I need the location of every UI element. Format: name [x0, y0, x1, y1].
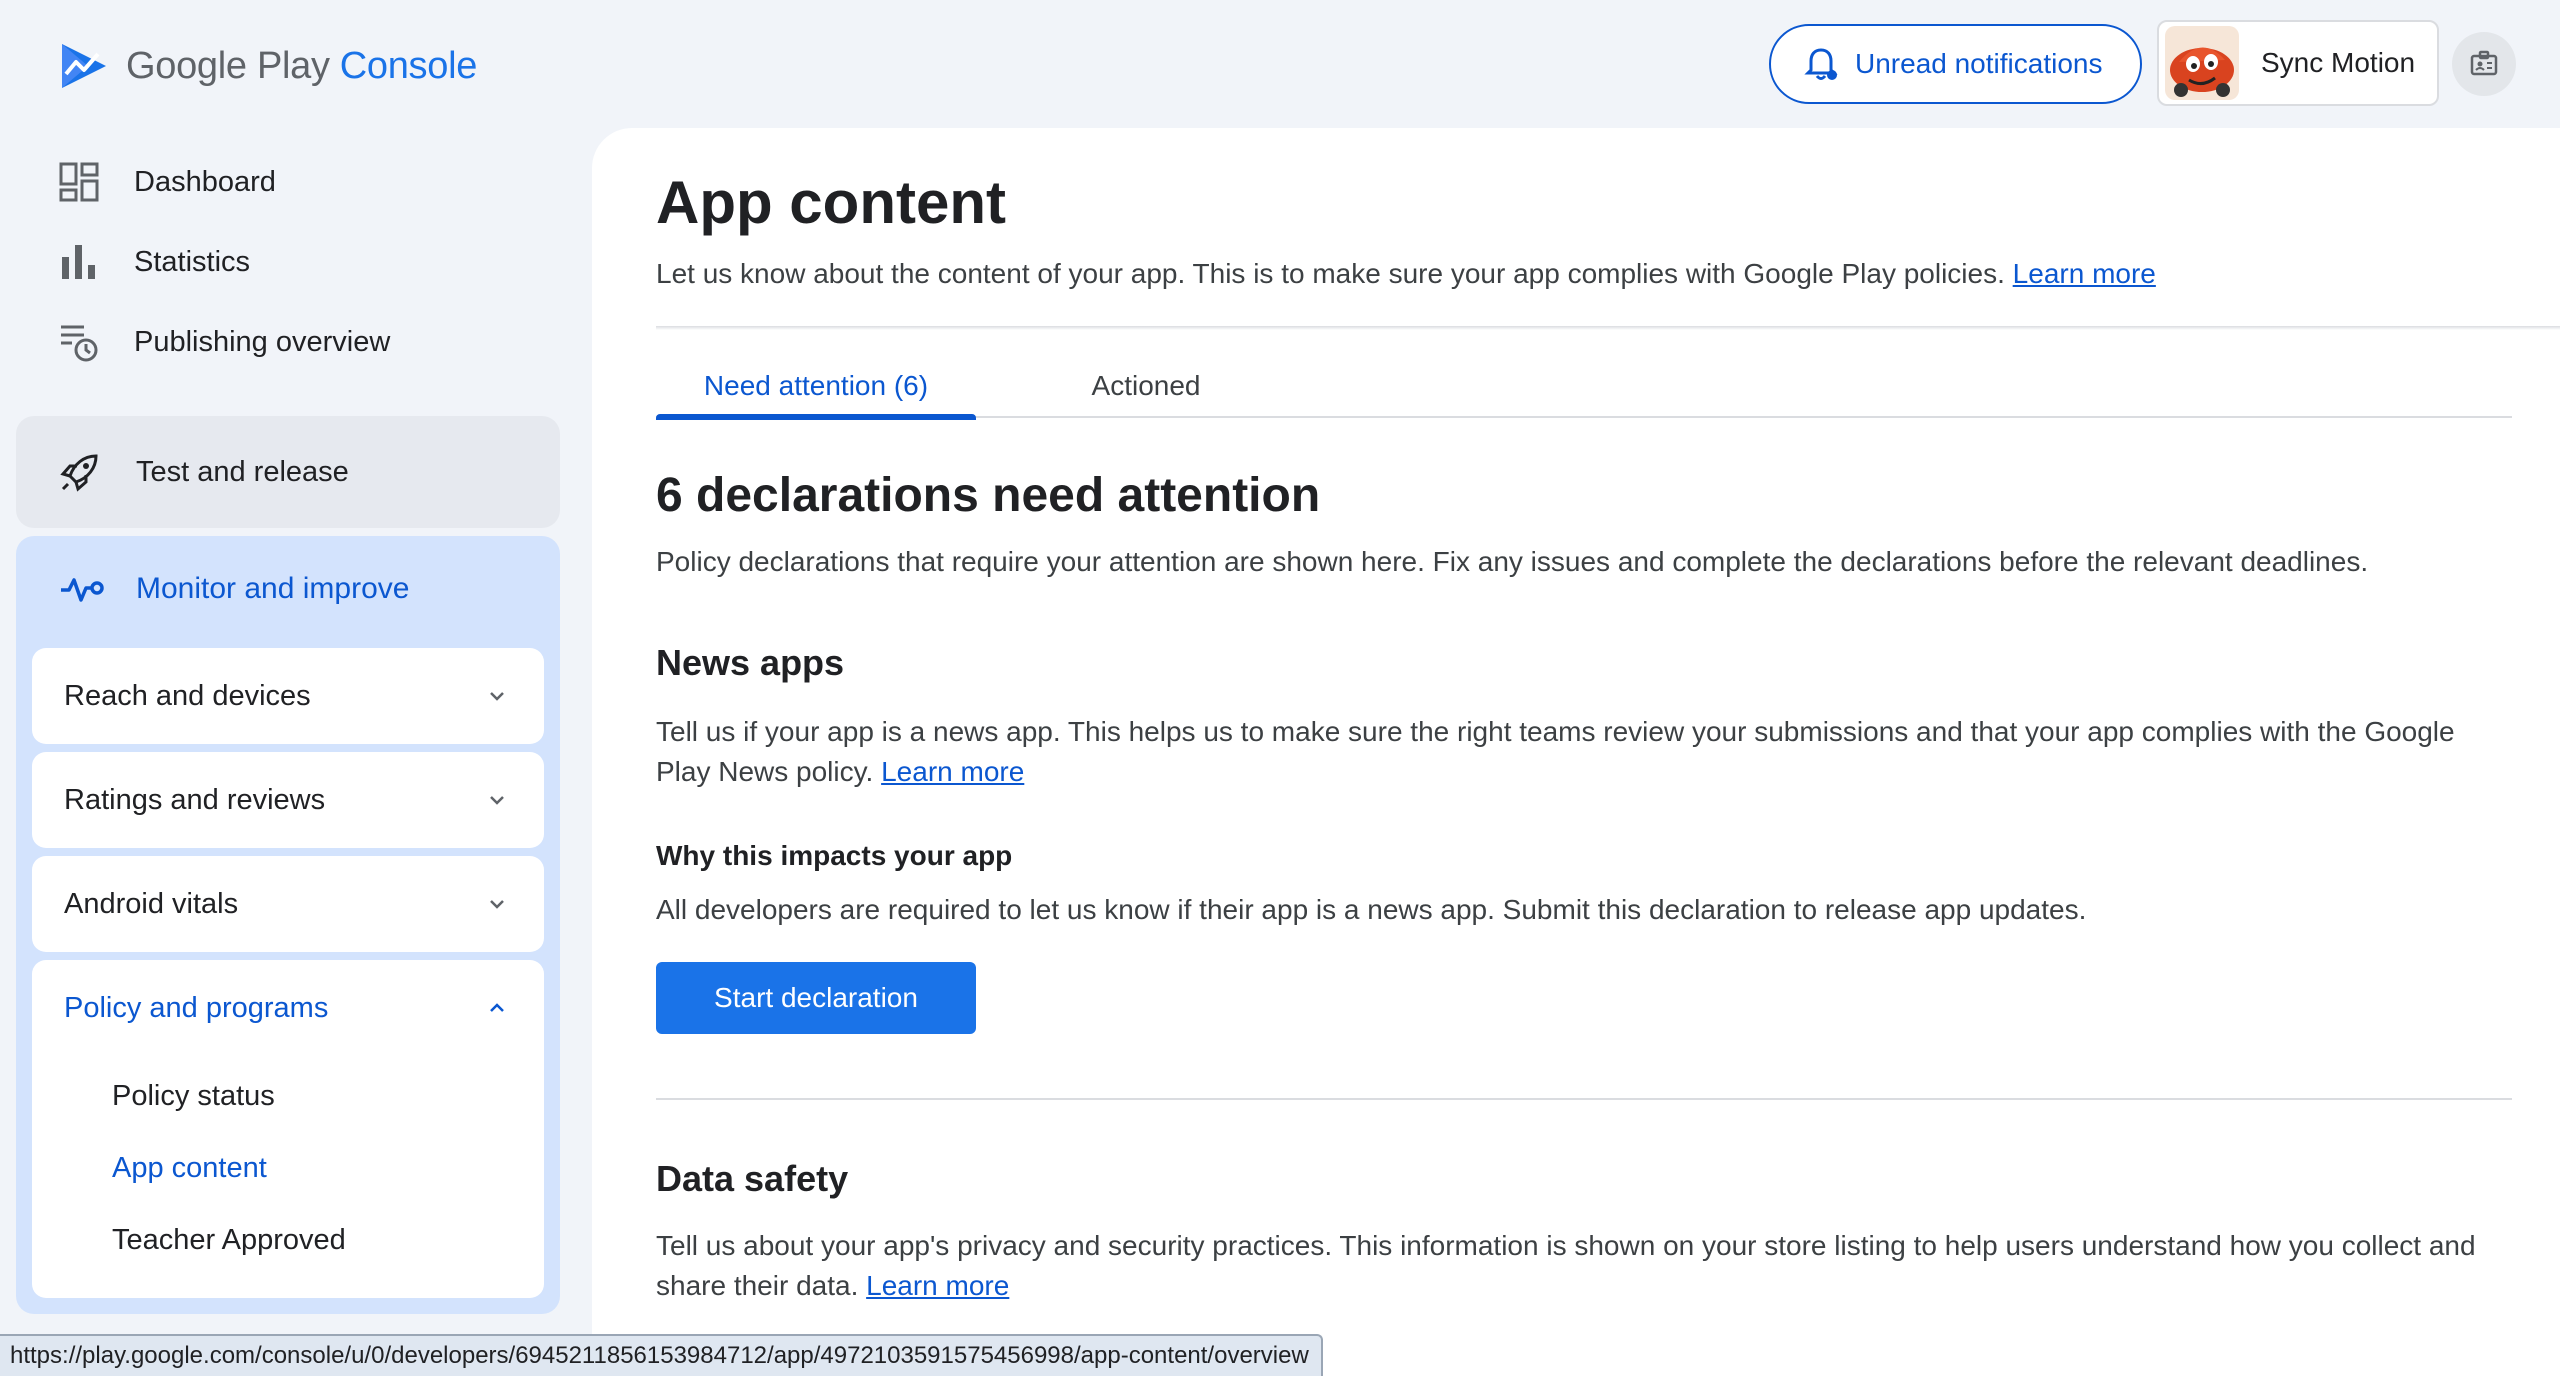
notifications-label: Unread notifications — [1855, 48, 2103, 79]
sidebar-item-publishing-overview[interactable]: Publishing overview — [58, 312, 390, 372]
group-label: Reach and devices — [64, 679, 311, 712]
monitor-and-improve-label: Monitor and improve — [136, 572, 410, 605]
sidebar-item-statistics[interactable]: Statistics — [58, 232, 250, 292]
tab-need-attention[interactable]: Need attention (6) — [656, 354, 976, 420]
group-label: Policy and programs — [64, 991, 329, 1024]
status-bar-url: https://play.google.com/console/u/0/deve… — [0, 1334, 1323, 1376]
account-switcher[interactable]: Sync Motion — [2157, 20, 2439, 106]
chevron-down-icon — [490, 796, 504, 805]
unread-notifications-button[interactable]: Unread notifications — [1769, 24, 2142, 104]
sidebar-item-label: Publishing overview — [134, 325, 391, 358]
monitor-and-improve-header[interactable]: Monitor and improve — [58, 566, 409, 612]
impact-title: Why this impacts your app — [656, 840, 1013, 871]
sidebar-section-monitor-and-improve: Monitor and improve Reach and devices Ra… — [16, 536, 560, 1314]
chevron-down-icon — [490, 692, 504, 701]
monitor-pulse-icon — [61, 578, 104, 602]
start-declaration-button[interactable]: Start declaration — [656, 962, 976, 1034]
sidebar-group-reach-and-devices[interactable]: Reach and devices — [32, 648, 544, 744]
page-subtitle: Let us know about the content of your ap… — [656, 258, 2156, 289]
header-shadow — [656, 326, 2560, 330]
page-title: App content — [656, 169, 1006, 236]
news-apps-title: News apps — [656, 642, 845, 683]
impact-description: All developers are required to let us kn… — [656, 894, 2087, 925]
data-safety-description: Tell us about your app's privacy and sec… — [656, 1230, 2476, 1301]
news-apps-description: Tell us if your app is a news app. This … — [656, 716, 2455, 787]
data-safety-learn-more-link[interactable]: Learn more — [866, 1270, 1009, 1301]
sidebar-group-ratings-and-reviews[interactable]: Ratings and reviews — [32, 752, 544, 848]
sidebar-item-label: Statistics — [134, 245, 251, 278]
sidebar-group-policy-and-programs: Policy and programs Policy status App co… — [32, 960, 544, 1298]
section-title: 6 declarations need attention — [656, 469, 1321, 522]
policy-and-programs-header[interactable]: Policy and programs — [32, 960, 544, 1056]
play-console-logo-icon — [62, 44, 106, 88]
sidebar-item-app-content[interactable]: App content — [112, 1152, 267, 1192]
avatar — [2165, 26, 2239, 100]
id-badge-icon — [2470, 50, 2498, 76]
group-label: Ratings and reviews — [64, 783, 326, 816]
section-description: Policy declarations that require your at… — [656, 546, 2369, 577]
bar-chart-icon — [62, 245, 95, 279]
tab-actioned[interactable]: Actioned — [1056, 354, 1236, 418]
data-safety-title: Data safety — [656, 1158, 849, 1199]
chevron-up-icon — [490, 1003, 504, 1012]
chevron-down-icon — [490, 900, 504, 909]
brand-name: Google Play Console — [126, 44, 478, 87]
group-label: Android vitals — [64, 887, 239, 920]
main-content: App content Let us know about the conten… — [592, 128, 2560, 1376]
rocket-icon — [60, 454, 98, 492]
google-play-console-logo[interactable]: Google Play Console — [58, 36, 477, 96]
sidebar-group-android-vitals[interactable]: Android vitals — [32, 856, 544, 952]
publishing-overview-icon — [61, 325, 98, 362]
tab-bar: Need attention (6) Actioned — [656, 354, 2512, 420]
sidebar-item-label: Dashboard — [134, 165, 276, 198]
news-learn-more-link[interactable]: Learn more — [881, 756, 1024, 787]
sidebar-item-policy-status[interactable]: Policy status — [112, 1080, 275, 1120]
sidebar-section-test-and-release[interactable]: Test and release — [16, 416, 560, 528]
account-name: Sync Motion — [2261, 47, 2416, 78]
developer-account-button[interactable] — [2452, 32, 2516, 96]
sidebar-section-label: Test and release — [136, 455, 349, 488]
dashboard-icon — [59, 162, 99, 202]
bell-icon — [1804, 48, 1838, 80]
learn-more-link[interactable]: Learn more — [2013, 258, 2156, 289]
section-divider — [656, 1098, 2512, 1100]
sidebar-item-teacher-approved[interactable]: Teacher Approved — [112, 1224, 346, 1264]
sidebar-item-dashboard[interactable]: Dashboard — [58, 152, 276, 212]
